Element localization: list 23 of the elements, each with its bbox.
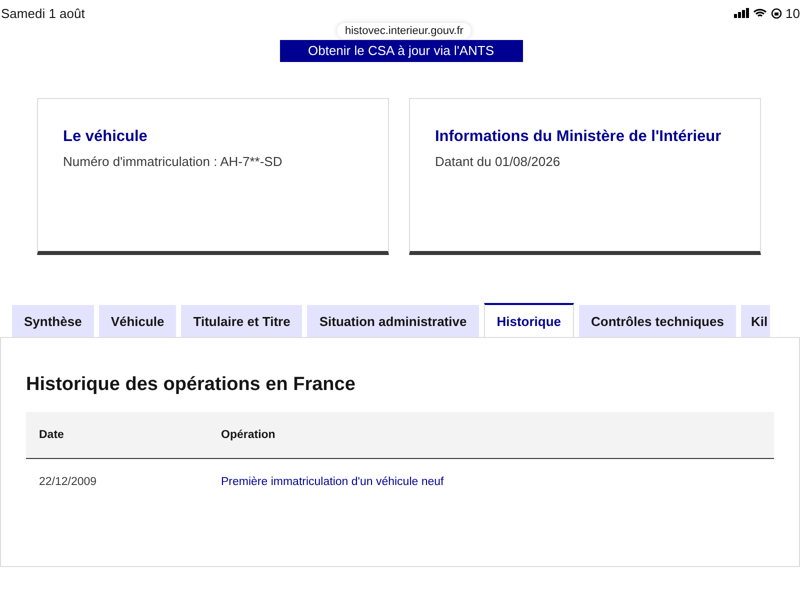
table-cell: 22/12/2009 [26, 458, 208, 505]
tab[interactable]: Véhicule [98, 305, 176, 337]
card-title: Informations du Ministère de l'Intérieur [435, 127, 722, 147]
battery-percentage: 10 [786, 6, 800, 20]
ants-button[interactable]: Obtenir le CSA à jour via l'ANTS [280, 40, 522, 62]
tab[interactable]: Kil [740, 305, 770, 337]
address-bar[interactable]: histovec.interieur.gouv.fr [337, 23, 472, 39]
tab[interactable]: Synthèse [12, 305, 94, 337]
panel-title: Historique des opérations en France [26, 374, 356, 396]
card-text: Numéro d'immatriculation : AH-7**-SD [63, 154, 284, 169]
tab[interactable]: Titulaire et Titre [181, 305, 302, 337]
column-header: Date [26, 412, 208, 458]
column-header: Opération [208, 412, 774, 458]
table-cell: Première immatriculation d'un véhicule neuf [208, 458, 774, 505]
card-text: Datant du 01/08/2026 [435, 154, 562, 169]
rotation-lock-icon [770, 8, 782, 18]
tab[interactable]: Historique [484, 303, 574, 337]
tab[interactable]: Contrôles techniques [579, 305, 736, 337]
signal-icon [734, 8, 749, 18]
wifi-icon [752, 8, 767, 18]
tab[interactable]: Situation administrative [307, 305, 479, 337]
status-date: Samedi 1 août [1, 6, 85, 20]
card-title: Le véhicule [63, 127, 148, 147]
